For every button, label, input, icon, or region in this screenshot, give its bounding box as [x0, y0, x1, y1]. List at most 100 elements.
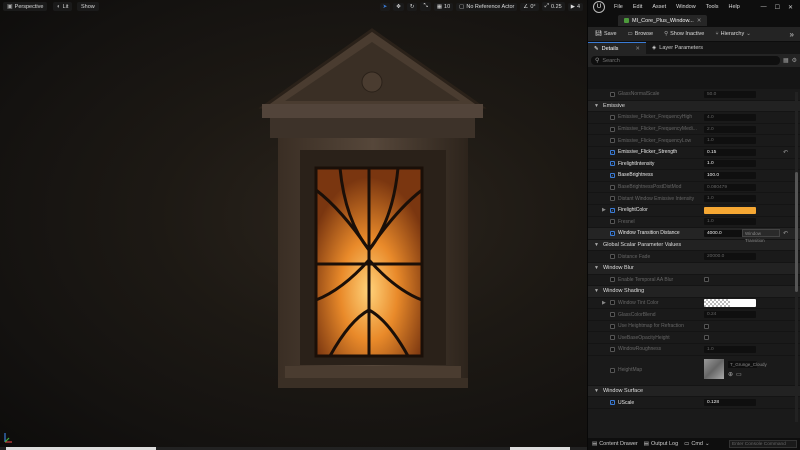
value-checkbox[interactable] [704, 277, 709, 283]
override-checkbox[interactable]: ✓ [610, 207, 615, 213]
property-value-field[interactable]: 2.0 [704, 125, 756, 133]
angle-snap-button[interactable]: ∠ 0° [520, 2, 539, 11]
override-checkbox[interactable] [610, 91, 615, 97]
texture-selector[interactable]: T_Grunge_Cloudy [728, 360, 767, 368]
category-emissive[interactable]: ▼ Emissive [588, 100, 800, 113]
menu-edit[interactable]: Edit [630, 4, 645, 10]
lit-button[interactable]: ◐ Lit [53, 2, 73, 11]
rotate-button[interactable]: ↻ [406, 2, 418, 11]
override-checkbox[interactable]: ✓ [610, 172, 615, 178]
override-checkbox[interactable] [610, 323, 615, 329]
override-checkbox[interactable] [610, 114, 615, 120]
override-checkbox[interactable] [610, 312, 615, 318]
category-global-scalar[interactable]: ▼ Global Scalar Parameter Values [588, 239, 800, 252]
view-options-icon[interactable]: ▦ [783, 57, 789, 64]
output-log-button[interactable]: ▤ Output Log [644, 441, 678, 447]
level-viewport[interactable]: ▣ Perspective ◐ Lit Show ➤ ✥ ↻ ⤡ ▦ 10 ▢ … [0, 0, 587, 450]
property-row: UseBaseOpacityHeight [588, 332, 800, 345]
close-icon[interactable]: ✕ [788, 4, 793, 11]
hierarchy-button[interactable]: ⑂ Hierarchy ⌄ [711, 31, 754, 37]
output-log-label: Output Log [650, 441, 679, 447]
override-checkbox[interactable] [610, 367, 615, 373]
category-window-surface[interactable]: ▼ Window Surface [588, 385, 800, 398]
details-scrollbar[interactable] [795, 92, 798, 422]
menu-tools[interactable]: Tools [703, 4, 722, 10]
save-button[interactable]: 💾︎ Save [591, 31, 621, 37]
tab-layer-parameters[interactable]: ◈ Layer Parameters [646, 42, 709, 54]
browse-asset-icon[interactable]: ▭ [736, 371, 742, 378]
tab-close-icon[interactable]: ✕ [697, 18, 702, 24]
content-drawer-button[interactable]: ▤ Content Drawer [592, 441, 638, 447]
scale-snap-button[interactable]: ⤢ 0.25 [541, 2, 565, 11]
property-value-field[interactable]: 50.0 [704, 90, 756, 98]
asset-tab-row: MI_Core_Plus_Window... ✕ [588, 14, 800, 27]
scale-button[interactable]: ⤡ [420, 2, 431, 11]
firelight-color-swatch[interactable] [704, 206, 756, 214]
category-window-shading[interactable]: ▼ Window Shading [588, 286, 800, 298]
property-value-field[interactable]: 0.24 [704, 311, 756, 319]
scrollbar-thumb[interactable] [795, 172, 798, 292]
property-value-field[interactable]: 4.0 [704, 113, 756, 121]
reset-to-default-icon[interactable]: ↶ [783, 230, 788, 237]
select-mode-button[interactable]: ➤ [379, 2, 391, 11]
settings-gear-icon[interactable]: ⚙ [792, 57, 797, 64]
override-checkbox[interactable] [610, 184, 615, 190]
search-input[interactable] [602, 57, 776, 64]
property-value-field[interactable]: 0.15 [704, 148, 756, 156]
value-checkbox[interactable] [704, 323, 709, 329]
override-checkbox[interactable] [610, 138, 615, 144]
overflow-chevron-icon[interactable]: » [790, 30, 797, 39]
cmd-dropdown[interactable]: ▭ Cmd ⌄ [684, 441, 709, 447]
override-checkbox[interactable]: ✓ [610, 149, 615, 155]
override-checkbox[interactable] [610, 300, 615, 306]
maximize-icon[interactable]: ☐ [775, 4, 780, 11]
translate-button[interactable]: ✥ [393, 2, 404, 11]
value-checkbox[interactable] [704, 335, 709, 341]
property-value-field[interactable]: 20000.0 [704, 253, 756, 261]
override-checkbox[interactable]: ✓ [610, 161, 615, 167]
use-selected-icon[interactable]: ⊕ [728, 371, 733, 378]
category-window-blur[interactable]: ▼ Window Blur [588, 262, 800, 275]
expand-arrow-icon[interactable]: ▶ [602, 207, 606, 213]
override-checkbox[interactable] [610, 277, 615, 283]
show-inactive-button[interactable]: ⚲ Show Inactive [660, 31, 708, 37]
override-checkbox[interactable] [610, 196, 615, 202]
perspective-button[interactable]: ▣ Perspective [3, 2, 48, 11]
menu-file[interactable]: File [611, 4, 626, 10]
camera-speed-button[interactable]: ▶ 4 [567, 2, 583, 11]
expand-arrow-icon[interactable]: ▶ [602, 300, 606, 306]
override-checkbox[interactable] [610, 254, 615, 260]
property-value-field[interactable]: 1.0 [704, 345, 756, 353]
property-value-field[interactable]: 1.0 [704, 160, 756, 168]
menu-window[interactable]: Window [673, 4, 699, 10]
property-value-field[interactable]: 1.0 [704, 195, 756, 203]
property-value-field[interactable]: 0.080479 [704, 183, 756, 191]
content-drawer-label: Content Drawer [599, 441, 638, 447]
reset-to-default-icon[interactable]: ↶ [783, 149, 788, 156]
override-checkbox[interactable]: ✓ [610, 230, 615, 236]
browse-button[interactable]: ▭ Browse [624, 31, 658, 37]
texture-thumbnail[interactable] [704, 358, 724, 379]
property-value-field[interactable]: 1.0 [704, 218, 756, 226]
override-checkbox[interactable]: ✓ [610, 400, 615, 406]
property-value-field[interactable]: 100.0 [704, 171, 756, 179]
tab-details[interactable]: ✎ Details ✕ [588, 42, 647, 54]
menu-help[interactable]: Help [726, 4, 743, 10]
reference-actor-button[interactable]: ▢ No Reference Actor [456, 2, 518, 11]
property-value-field[interactable]: 0.128 [704, 399, 756, 407]
asset-tab[interactable]: MI_Core_Plus_Window... ✕ [618, 15, 708, 26]
move-icon: ✥ [396, 3, 401, 10]
tab-close-icon[interactable]: ✕ [635, 46, 640, 52]
override-checkbox[interactable] [610, 335, 615, 341]
override-checkbox[interactable] [610, 219, 615, 225]
property-value-field[interactable]: 1.0 [704, 137, 756, 145]
console-command-input[interactable]: Enter Console Command [729, 440, 797, 448]
override-checkbox[interactable] [610, 346, 615, 352]
property-name: BaseBrightness [618, 172, 654, 179]
override-checkbox[interactable] [610, 126, 615, 132]
tint-color-swatch[interactable] [704, 298, 756, 307]
show-button[interactable]: Show [77, 2, 99, 11]
minimize-icon[interactable]: — [761, 4, 767, 11]
grid-snap-button[interactable]: ▦ 10 [433, 2, 454, 11]
menu-asset[interactable]: Asset [649, 4, 669, 10]
